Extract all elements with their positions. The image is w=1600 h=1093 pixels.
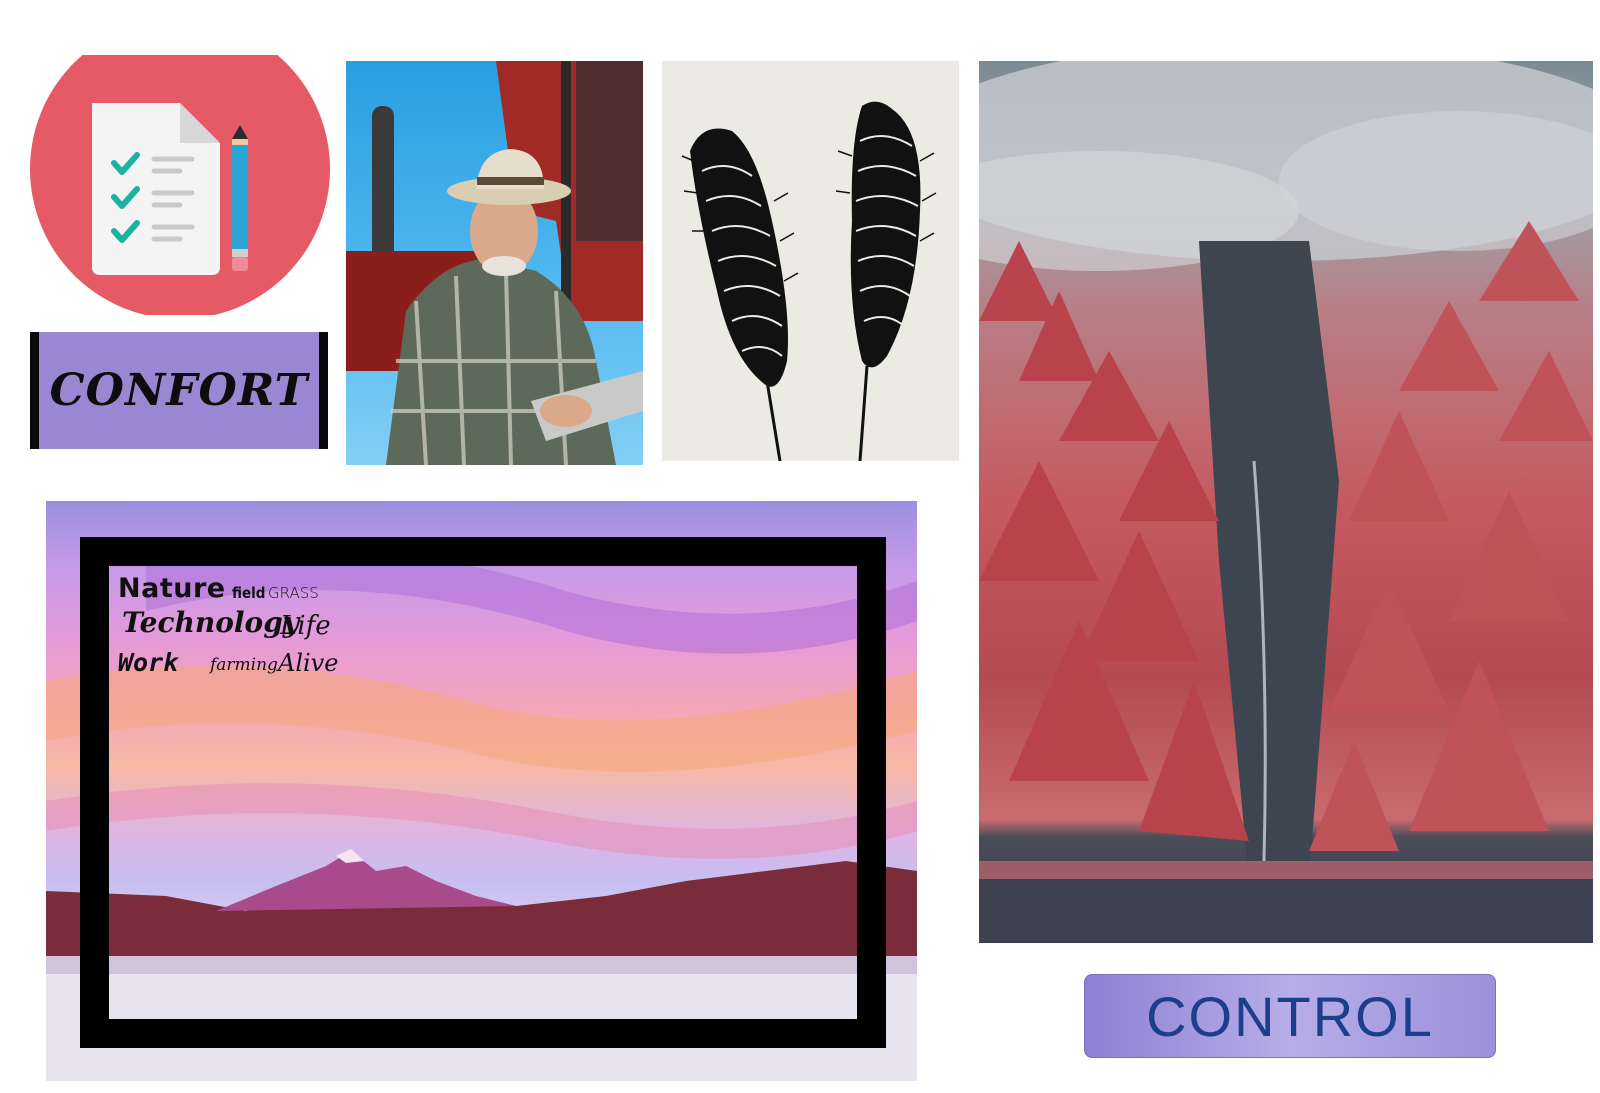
word-work: Work — [118, 648, 179, 677]
word-farming: farming — [210, 655, 278, 675]
pencil-icon — [232, 125, 248, 271]
control-button[interactable]: CONTROL — [1084, 974, 1496, 1058]
forest-photo — [979, 61, 1593, 943]
control-button-label: CONTROL — [1146, 984, 1434, 1048]
word-life: Life — [280, 611, 331, 641]
word-technology: Technology — [122, 606, 300, 639]
word-grass: grass — [268, 579, 319, 603]
confort-text: CONFORT — [49, 365, 309, 416]
word-cloud: Nature field grass Technology Life Work … — [118, 575, 358, 685]
checklist-icon — [30, 55, 330, 315]
farmer-photo — [346, 61, 643, 465]
wheat-icon — [662, 61, 959, 462]
word-nature: Nature — [118, 573, 226, 604]
confort-label: CONFORT — [30, 332, 328, 449]
word-alive: Alive — [278, 649, 339, 677]
word-field: field — [232, 584, 266, 602]
